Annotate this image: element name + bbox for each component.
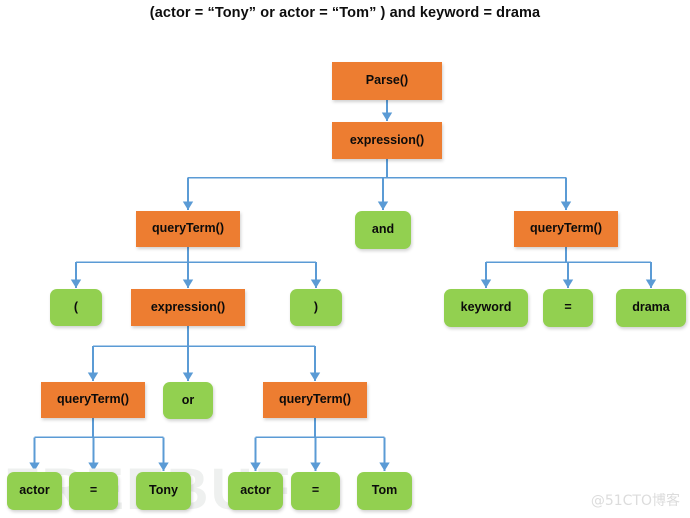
node-eq_right[interactable]: = xyxy=(543,289,593,327)
node-label: Parse() xyxy=(365,73,409,88)
node-actor1[interactable]: actor xyxy=(7,472,62,510)
node-label: actor xyxy=(19,483,50,498)
node-label: Tom xyxy=(371,483,398,498)
node-label: queryTerm() xyxy=(151,221,224,236)
node-label: actor xyxy=(240,483,271,498)
node-eq2[interactable]: = xyxy=(291,472,340,510)
node-expr_root[interactable]: expression() xyxy=(332,122,442,159)
node-qt_right[interactable]: queryTerm() xyxy=(514,211,618,247)
node-label: or xyxy=(181,392,195,407)
node-label: expression() xyxy=(150,299,226,314)
node-label: = xyxy=(89,483,98,498)
node-lparen[interactable]: ( xyxy=(50,289,102,326)
node-tony[interactable]: Tony xyxy=(136,472,191,510)
node-actor2[interactable]: actor xyxy=(228,472,283,510)
node-label: = xyxy=(564,300,572,315)
node-label: keyword xyxy=(460,300,512,315)
diagram-title: (actor = “Tony” or actor = “Tom” ) and k… xyxy=(149,5,541,21)
node-or[interactable]: or xyxy=(163,382,213,419)
node-label: queryTerm() xyxy=(56,392,129,407)
node-qt_left[interactable]: queryTerm() xyxy=(136,211,240,247)
node-expr_inner[interactable]: expression() xyxy=(131,289,245,326)
node-label: ( xyxy=(73,299,79,314)
node-drama[interactable]: drama xyxy=(616,289,686,327)
node-qt_ll[interactable]: queryTerm() xyxy=(41,382,145,418)
node-label: queryTerm() xyxy=(529,221,602,236)
node-tom[interactable]: Tom xyxy=(357,472,412,510)
node-parse[interactable]: Parse() xyxy=(332,62,442,100)
node-label: ) xyxy=(313,299,319,314)
node-rparen[interactable]: ) xyxy=(290,289,342,326)
node-label: queryTerm() xyxy=(278,392,351,407)
node-label: = xyxy=(311,483,320,498)
node-label: and xyxy=(371,222,395,237)
node-qt_lr[interactable]: queryTerm() xyxy=(263,382,367,418)
node-label: Tony xyxy=(149,483,178,498)
parse-tree-diagram: FREEBUF (actor = “Tony” or actor = “Tom”… xyxy=(0,0,690,518)
node-label: expression() xyxy=(349,132,425,147)
node-keyword[interactable]: keyword xyxy=(444,289,528,327)
node-eq1[interactable]: = xyxy=(69,472,118,510)
site-watermark: @51CTO博客 xyxy=(590,493,680,509)
node-label: drama xyxy=(632,300,670,315)
node-and[interactable]: and xyxy=(355,211,411,249)
